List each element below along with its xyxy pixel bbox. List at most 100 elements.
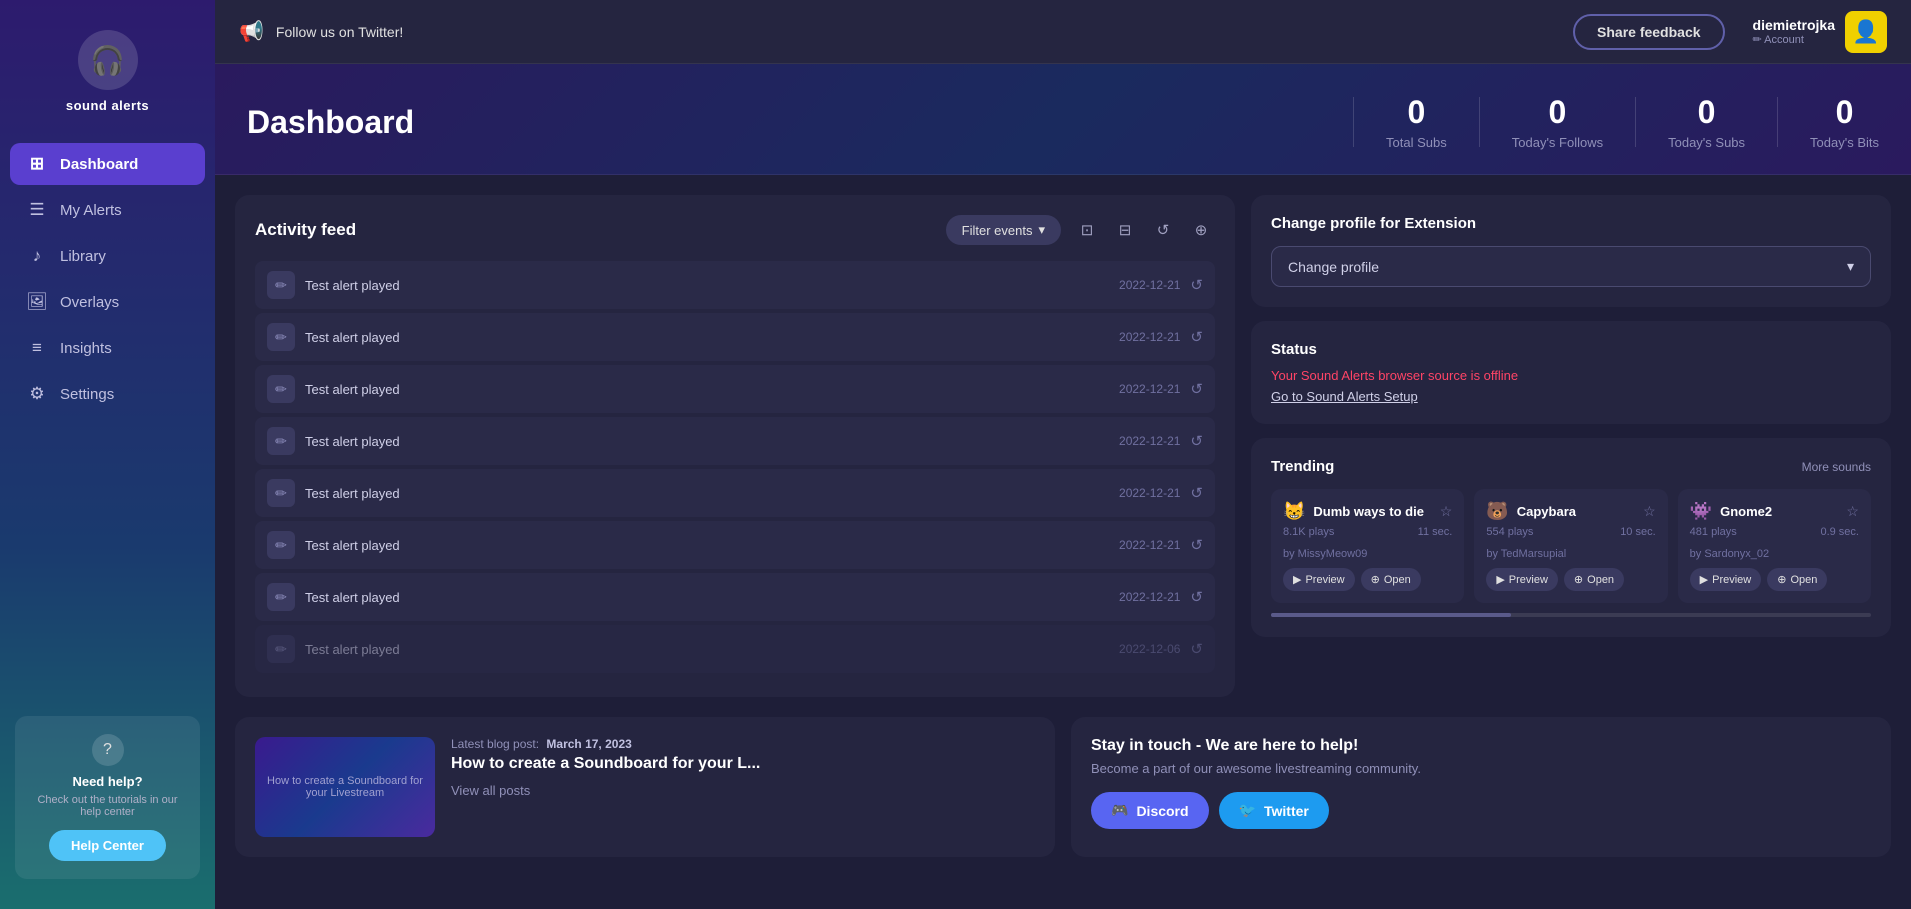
blog-latest-label: Latest blog post: March 17, 2023 — [451, 737, 760, 751]
replay-icon[interactable]: ↺ — [1190, 432, 1203, 450]
community-buttons: 🎮 Discord 🐦 Twitter — [1091, 792, 1871, 829]
stat-todays-bits-label: Today's Bits — [1810, 135, 1879, 150]
feed-row-date: 2022-12-21 — [1119, 330, 1180, 344]
discord-button[interactable]: 🎮 Discord — [1091, 792, 1209, 829]
feed-row-date: 2022-12-21 — [1119, 382, 1180, 396]
help-icon: ? — [92, 734, 124, 766]
trending-duration: 11 sec. — [1418, 526, 1453, 538]
more-sounds-link[interactable]: More sounds — [1802, 460, 1871, 474]
feed-row-text: Test alert played — [305, 330, 1109, 345]
trending-duration: 0.9 sec. — [1820, 526, 1859, 538]
trending-title: Trending — [1271, 458, 1802, 475]
plus-icon: ⊕ — [1371, 573, 1380, 586]
table-row: ✏ Test alert played 2022-12-06 ↺ — [255, 625, 1215, 673]
sidebar-item-insights[interactable]: ≡ Insights — [10, 327, 205, 369]
play-icon: ▶ — [1700, 573, 1708, 586]
change-profile-card: Change profile for Extension Change prof… — [1251, 195, 1891, 307]
feed-refresh-icon[interactable]: ↺ — [1149, 216, 1177, 244]
favorite-star-icon[interactable]: ☆ — [1440, 503, 1453, 520]
avatar[interactable]: 👤 — [1845, 11, 1887, 53]
trending-sound-name: Gnome2 — [1720, 504, 1838, 519]
stat-todays-subs: 0 Today's Subs — [1668, 94, 1745, 150]
open-label: Open — [1384, 574, 1411, 586]
feed-row-alert-icon: ✏ — [267, 323, 295, 351]
sidebar: 🎧 sound alerts ⊞ Dashboard ☰ My Alerts ♪… — [0, 0, 215, 909]
dashboard-icon: ⊞ — [26, 154, 48, 174]
feed-row-text: Test alert played — [305, 434, 1109, 449]
stat-total-subs: 0 Total Subs — [1386, 94, 1447, 150]
sidebar-logo: 🎧 sound alerts — [0, 20, 215, 143]
feed-forward-icon[interactable]: ⊕ — [1187, 216, 1215, 244]
open-button[interactable]: ⊕ Open — [1361, 568, 1421, 591]
trending-item-header: 🐻 Capybara ☆ — [1486, 501, 1655, 522]
feed-row-date: 2022-12-21 — [1119, 538, 1180, 552]
content-area: Dashboard 0 Total Subs 0 Today's Follows… — [215, 64, 1911, 909]
insights-icon: ≡ — [26, 338, 48, 358]
plus-icon: ⊕ — [1574, 573, 1583, 586]
plus-icon: ⊕ — [1777, 573, 1786, 586]
status-setup-link[interactable]: Go to Sound Alerts Setup — [1271, 389, 1871, 404]
help-center-button[interactable]: Help Center — [49, 830, 166, 861]
preview-button[interactable]: ▶ Preview — [1283, 568, 1355, 591]
feed-title: Activity feed — [255, 220, 934, 240]
preview-button[interactable]: ▶ Preview — [1486, 568, 1558, 591]
trending-emoji: 👾 — [1690, 501, 1712, 522]
feed-row-text: Test alert played — [305, 382, 1109, 397]
sidebar-item-label-overlays: Overlays — [60, 294, 119, 311]
replay-icon[interactable]: ↺ — [1190, 588, 1203, 606]
community-desc: Become a part of our awesome livestreami… — [1091, 761, 1871, 776]
filter-events-button[interactable]: Filter events ▾ — [946, 215, 1061, 245]
status-offline-text: Your Sound Alerts browser source is offl… — [1271, 368, 1871, 383]
replay-icon[interactable]: ↺ — [1190, 276, 1203, 294]
help-desc: Check out the tutorials in our help cent… — [33, 794, 182, 818]
main-area: 📢 Follow us on Twitter! Share feedback d… — [215, 0, 1911, 909]
twitter-button[interactable]: 🐦 Twitter — [1219, 792, 1329, 829]
replay-icon[interactable]: ↺ — [1190, 640, 1203, 658]
trending-card: Trending More sounds 😸 Dumb ways to die … — [1251, 438, 1891, 637]
open-button[interactable]: ⊕ Open — [1564, 568, 1624, 591]
favorite-star-icon[interactable]: ☆ — [1846, 503, 1859, 520]
trending-plays: 554 plays — [1486, 526, 1533, 538]
trending-author: by MissyMeow09 — [1283, 548, 1452, 560]
sidebar-item-overlays[interactable]: 🖼 Overlays — [10, 281, 205, 323]
sidebar-item-dashboard[interactable]: ⊞ Dashboard — [10, 143, 205, 185]
trending-meta: 554 plays 10 sec. — [1486, 526, 1655, 538]
filter-chevron-icon: ▾ — [1038, 222, 1045, 238]
stat-todays-follows-label: Today's Follows — [1512, 135, 1603, 150]
trending-buttons: ▶ Preview ⊕ Open — [1283, 568, 1452, 591]
table-row: ✏ Test alert played 2022-12-21 ↺ — [255, 417, 1215, 465]
trending-buttons: ▶ Preview ⊕ Open — [1690, 568, 1859, 591]
discord-icon: 🎮 — [1111, 802, 1128, 819]
feed-expand-icon[interactable]: ⊡ — [1073, 216, 1101, 244]
replay-icon[interactable]: ↺ — [1190, 380, 1203, 398]
filter-events-label: Filter events — [962, 223, 1033, 238]
feed-row-alert-icon: ✏ — [267, 427, 295, 455]
sidebar-item-library[interactable]: ♪ Library — [10, 235, 205, 277]
topbar-account-label: ✏ Account — [1753, 33, 1835, 46]
preview-button[interactable]: ▶ Preview — [1690, 568, 1762, 591]
preview-label: Preview — [1305, 574, 1344, 586]
feed-collapse-icon[interactable]: ⊟ — [1111, 216, 1139, 244]
stat-total-subs-value: 0 — [1386, 94, 1447, 131]
sidebar-item-settings[interactable]: ⚙ Settings — [10, 373, 205, 415]
trending-author: by Sardonyx_02 — [1690, 548, 1859, 560]
replay-icon[interactable]: ↺ — [1190, 536, 1203, 554]
stat-todays-follows-value: 0 — [1512, 94, 1603, 131]
share-feedback-button[interactable]: Share feedback — [1573, 14, 1725, 50]
view-all-posts-link[interactable]: View all posts — [451, 783, 760, 798]
preview-label: Preview — [1712, 574, 1751, 586]
sidebar-nav: ⊞ Dashboard ☰ My Alerts ♪ Library 🖼 Over… — [0, 143, 215, 706]
sidebar-item-label-settings: Settings — [60, 386, 114, 403]
logo-text: sound alerts — [66, 98, 149, 113]
stat-divider-1 — [1353, 97, 1354, 147]
scrollbar[interactable] — [1271, 613, 1871, 617]
page-title: Dashboard — [247, 104, 1321, 141]
replay-icon[interactable]: ↺ — [1190, 328, 1203, 346]
replay-icon[interactable]: ↺ — [1190, 484, 1203, 502]
table-row: ✏ Test alert played 2022-12-21 ↺ — [255, 573, 1215, 621]
open-button[interactable]: ⊕ Open — [1767, 568, 1827, 591]
change-profile-dropdown[interactable]: Change profile ▾ — [1271, 246, 1871, 287]
sidebar-item-my-alerts[interactable]: ☰ My Alerts — [10, 189, 205, 231]
favorite-star-icon[interactable]: ☆ — [1643, 503, 1656, 520]
table-row: ✏ Test alert played 2022-12-21 ↺ — [255, 313, 1215, 361]
